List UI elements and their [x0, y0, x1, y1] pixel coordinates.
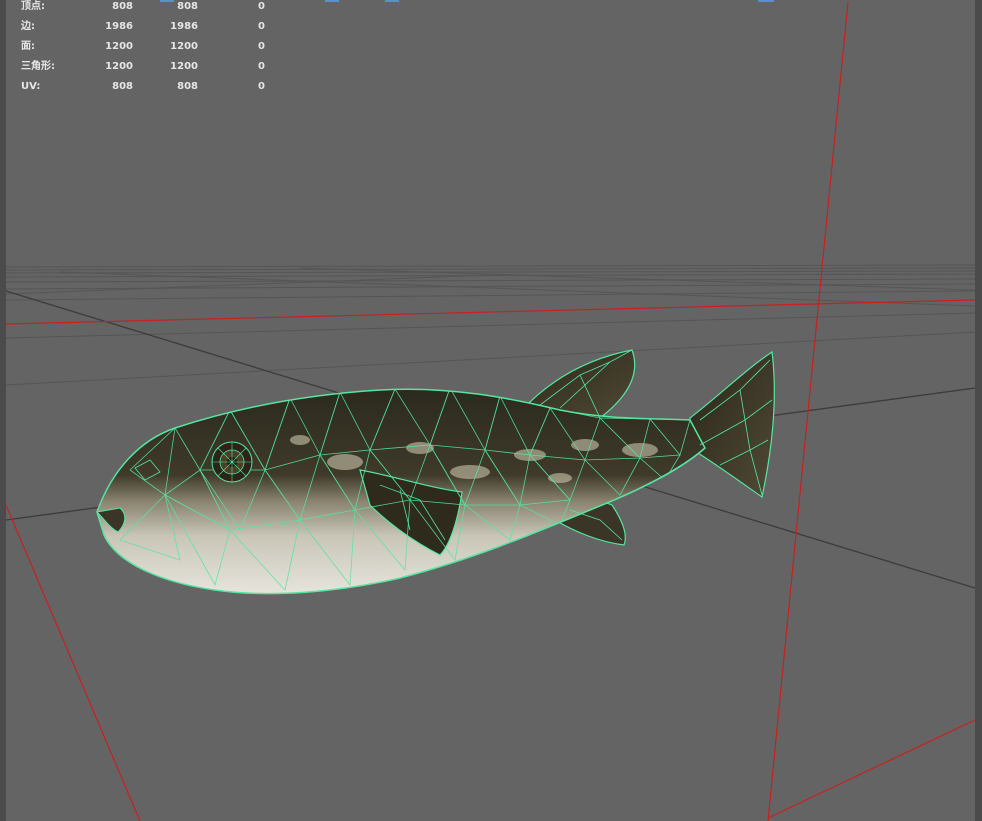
- hud-label: UV:: [21, 81, 41, 92]
- hud-row-uvs: UV: 808 808 0: [21, 80, 281, 100]
- hud-value: 1200: [105, 41, 133, 52]
- hud-value: 808: [177, 81, 198, 92]
- 3d-viewport[interactable]: 顶点: 808 808 0 边: 1986 1986 0 面: 1200 120…: [0, 0, 982, 821]
- hud-value: 0: [258, 1, 265, 12]
- hud-value: 808: [112, 1, 133, 12]
- scene-canvas[interactable]: [0, 0, 982, 821]
- hud-value: 0: [258, 81, 265, 92]
- hud-value: 1986: [170, 21, 198, 32]
- hud-value: 808: [112, 81, 133, 92]
- hud-value: 808: [177, 1, 198, 12]
- fish-eye: [211, 441, 253, 483]
- hud-label: 顶点:: [21, 1, 45, 12]
- poly-count-overlay: 顶点: 808 808 0 边: 1986 1986 0 面: 1200 120…: [21, 0, 281, 100]
- hud-value: 1200: [170, 41, 198, 52]
- hud-value: 0: [258, 41, 265, 52]
- hud-value: 1986: [105, 21, 133, 32]
- hud-label: 面:: [21, 41, 35, 52]
- hud-label: 边:: [21, 21, 35, 32]
- hud-value: 1200: [105, 61, 133, 72]
- hud-value: 1200: [170, 61, 198, 72]
- pufferfish-model[interactable]: [95, 349, 775, 595]
- hud-value: 0: [258, 21, 265, 32]
- hud-label: 三角形:: [21, 61, 55, 72]
- hud-value: 0: [258, 61, 265, 72]
